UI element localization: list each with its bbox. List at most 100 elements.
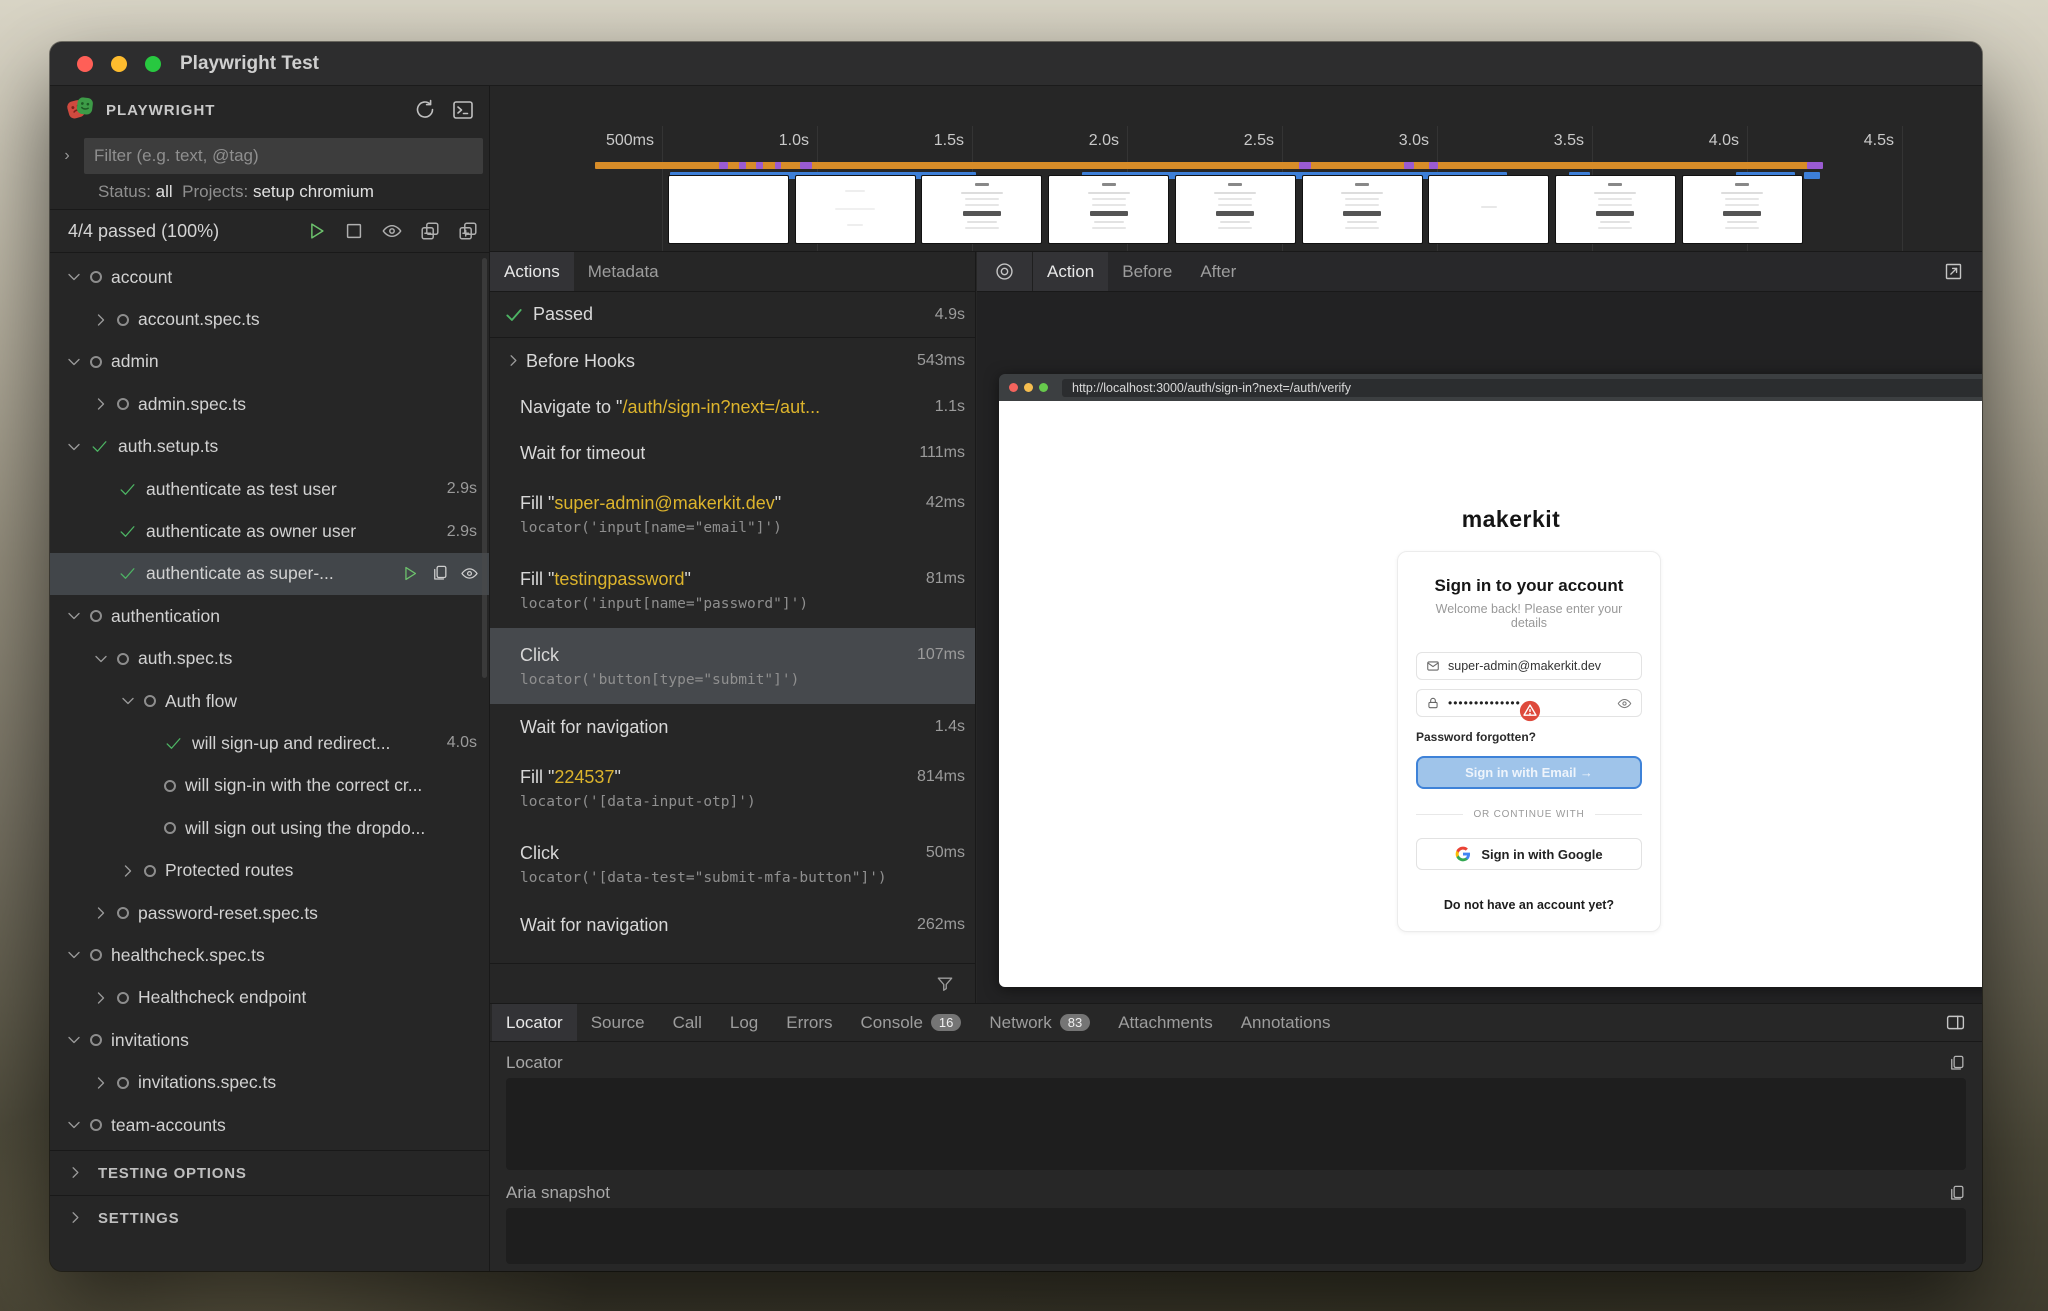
no-account-link[interactable]: Do not have an account yet?: [1416, 898, 1642, 912]
copy-row-icon[interactable]: [430, 564, 449, 583]
open-external-button[interactable]: [1943, 252, 1982, 291]
watch-row-icon[interactable]: [460, 564, 479, 583]
pick-locator-target-icon[interactable]: [977, 252, 1033, 291]
timeline-film-thumbnail[interactable]: [1176, 176, 1295, 243]
tree-item[interactable]: will sign-in with the correct cr...: [50, 765, 489, 807]
action-row[interactable]: Fill "testingpassword"81mslocator('input…: [490, 552, 975, 628]
sign-in-email-button[interactable]: Sign in with Email →: [1416, 756, 1642, 789]
terminal-icon[interactable]: [451, 98, 475, 122]
timeline-film-thumbnail[interactable]: [1683, 176, 1802, 243]
email-field[interactable]: super-admin@makerkit.dev: [1416, 652, 1642, 680]
bottom-tab-source[interactable]: Source: [577, 1004, 659, 1041]
chevron-down-icon[interactable]: [64, 267, 84, 287]
timeline-film-thumbnail[interactable]: [669, 176, 788, 243]
tree-item[interactable]: team-accounts: [50, 1104, 489, 1146]
timeline-film-thumbnail[interactable]: [1303, 176, 1422, 243]
tree-item[interactable]: healthcheck.spec.ts: [50, 934, 489, 976]
action-row[interactable]: Fill "super-admin@makerkit.dev"42mslocat…: [490, 476, 975, 552]
actions-tab-metadata[interactable]: Metadata: [574, 252, 673, 291]
sidebar-scrollbar[interactable]: [482, 258, 487, 678]
detail-tab-after[interactable]: After: [1186, 252, 1250, 291]
sidebar-section-settings[interactable]: SETTINGS: [50, 1195, 489, 1240]
chevron-down-icon[interactable]: [64, 1115, 84, 1135]
show-password-eye-icon[interactable]: [1617, 696, 1632, 711]
action-row[interactable]: Fill "224537"814mslocator('[data-input-o…: [490, 750, 975, 826]
chevron-down-icon[interactable]: [118, 691, 138, 711]
bottom-tab-locator[interactable]: Locator: [492, 1004, 577, 1041]
chevron-right-icon[interactable]: [91, 394, 111, 414]
filter-input[interactable]: [84, 138, 483, 174]
close-window-button[interactable]: [77, 56, 93, 72]
chevron-down-icon[interactable]: [64, 606, 84, 626]
chevron-right-icon[interactable]: [91, 903, 111, 923]
bottom-tab-attachments[interactable]: Attachments: [1104, 1004, 1227, 1041]
toggle-layout-button[interactable]: [1945, 1004, 1982, 1041]
tree-item[interactable]: authenticate as super-...: [50, 553, 489, 595]
chevron-down-icon[interactable]: [91, 649, 111, 669]
stop-icon[interactable]: [343, 220, 365, 242]
chevron-right-icon[interactable]: [91, 988, 111, 1008]
tree-item[interactable]: will sign-up and redirect...4.0s: [50, 722, 489, 764]
timeline-film-thumbnail[interactable]: [796, 176, 915, 243]
tree-item[interactable]: Auth flow: [50, 680, 489, 722]
tree-item[interactable]: auth.spec.ts: [50, 638, 489, 680]
chevron-right-icon[interactable]: [118, 861, 138, 881]
timeline-film-thumbnail[interactable]: [1556, 176, 1675, 243]
bottom-tab-log[interactable]: Log: [716, 1004, 772, 1041]
chevron-right-icon[interactable]: [91, 310, 111, 330]
password-forgotten-link[interactable]: Password forgotten?: [1416, 730, 1642, 744]
tree-item[interactable]: account.spec.ts: [50, 298, 489, 340]
bottom-tab-network[interactable]: Network83: [975, 1004, 1104, 1041]
bottom-tab-annotations[interactable]: Annotations: [1227, 1004, 1345, 1041]
minimize-window-button[interactable]: [111, 56, 127, 72]
tree-item[interactable]: will sign out using the dropdo...: [50, 807, 489, 849]
action-row[interactable]: Get storage state18ms: [490, 948, 975, 963]
tree-item[interactable]: Healthcheck endpoint: [50, 977, 489, 1019]
copy-aria-snapshot-button[interactable]: [1947, 1184, 1966, 1203]
collapse-all-icon[interactable]: [419, 220, 441, 242]
status-projects-line[interactable]: Status: all Projects: setup chromium: [98, 182, 479, 212]
tree-item[interactable]: authenticate as owner user2.9s: [50, 510, 489, 552]
detail-tab-action[interactable]: Action: [1033, 252, 1108, 291]
chevron-down-icon[interactable]: [64, 352, 84, 372]
action-row[interactable]: Navigate to "/auth/sign-in?next=/aut...1…: [490, 384, 975, 430]
tree-item[interactable]: authenticate as test user2.9s: [50, 468, 489, 510]
chevron-down-icon[interactable]: [64, 1030, 84, 1050]
tree-item[interactable]: Protected routes: [50, 849, 489, 891]
filter-expand-chevron-icon[interactable]: ›: [50, 147, 84, 165]
copy-locator-button[interactable]: [1947, 1054, 1966, 1073]
maximize-window-button[interactable]: [145, 56, 161, 72]
address-bar[interactable]: http://localhost:3000/auth/sign-in?next=…: [1062, 379, 1982, 397]
tree-item[interactable]: admin: [50, 341, 489, 383]
action-row[interactable]: Before Hooks543ms: [490, 338, 975, 384]
bottom-tab-console[interactable]: Console16: [847, 1004, 976, 1041]
tree-item[interactable]: admin.spec.ts: [50, 383, 489, 425]
bottom-tab-errors[interactable]: Errors: [772, 1004, 846, 1041]
chevron-right-icon[interactable]: [91, 1073, 111, 1093]
watch-icon[interactable]: [381, 220, 403, 242]
action-row[interactable]: Wait for navigation1.4s: [490, 704, 975, 750]
tree-item[interactable]: authentication: [50, 595, 489, 637]
detail-tab-before[interactable]: Before: [1108, 252, 1186, 291]
bottom-tab-call[interactable]: Call: [659, 1004, 716, 1041]
timeline-film-thumbnail[interactable]: [922, 176, 1041, 243]
actions-tab-actions[interactable]: Actions: [490, 252, 574, 291]
chevron-down-icon[interactable]: [64, 945, 84, 965]
action-row[interactable]: Click50mslocator('[data-test="submit-mfa…: [490, 826, 975, 902]
tree-item[interactable]: auth.setup.ts: [50, 426, 489, 468]
locator-editor[interactable]: [506, 1078, 1966, 1170]
expand-all-icon[interactable]: [457, 220, 479, 242]
timeline-film-thumbnail[interactable]: [1049, 176, 1168, 243]
chevron-right-icon[interactable]: [504, 351, 524, 371]
sign-in-google-button[interactable]: Sign in with Google: [1416, 838, 1642, 870]
tree-item[interactable]: password-reset.spec.ts: [50, 892, 489, 934]
timeline-film-thumbnail[interactable]: [1429, 176, 1548, 243]
tree-item[interactable]: account: [50, 256, 489, 298]
tree-item[interactable]: invitations: [50, 1019, 489, 1061]
play-icon[interactable]: [305, 220, 327, 242]
action-row[interactable]: Wait for timeout111ms: [490, 430, 975, 476]
tree-item[interactable]: invitations.spec.ts: [50, 1061, 489, 1103]
filter-funnel-icon[interactable]: [935, 974, 955, 994]
chevron-down-icon[interactable]: [64, 437, 84, 457]
action-row[interactable]: Click107mslocator('button[type="submit"]…: [490, 628, 975, 704]
